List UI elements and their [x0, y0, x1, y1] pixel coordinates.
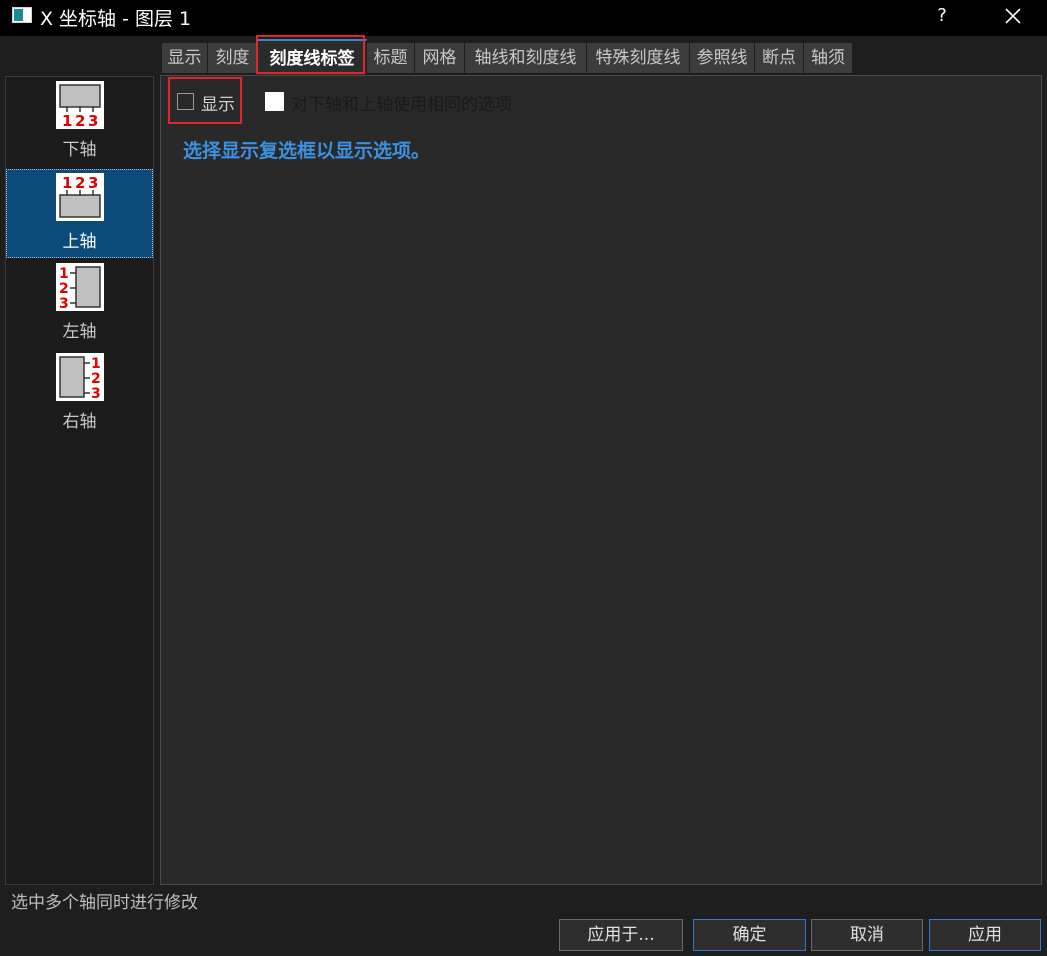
axis-item-bottom[interactable]: 1 2 3 下轴	[6, 77, 153, 166]
hint-text: 选择显示复选框以显示选项。	[183, 140, 431, 162]
axis-item-right[interactable]: 1 2 3 右轴	[6, 349, 153, 438]
show-highlight-box	[168, 77, 242, 124]
axis-label-left: 左轴	[62, 322, 97, 342]
svg-text:2: 2	[75, 112, 85, 129]
title-bar: X 坐标轴 - 图层 1 ?	[0, 0, 1047, 36]
tab-special-ticks[interactable]: 特殊刻度线	[587, 43, 690, 73]
axis-list: 1 2 3 下轴 1 2 3 上轴 1 2 3 左轴 1 2 3 右轴	[5, 76, 154, 885]
close-button[interactable]	[996, 0, 1030, 32]
svg-text:1: 1	[62, 112, 72, 129]
axis-item-left[interactable]: 1 2 3 左轴	[6, 259, 153, 348]
app-icon	[12, 7, 32, 23]
same-options-label: 对下轴和上轴使用相同的选项	[291, 95, 512, 115]
cancel-button[interactable]: 取消	[811, 919, 923, 951]
svg-text:3: 3	[88, 112, 98, 129]
svg-text:3: 3	[59, 296, 69, 311]
tab-scale[interactable]: 刻度	[208, 43, 258, 73]
svg-text:3: 3	[91, 386, 101, 401]
ok-button[interactable]: 确定	[693, 919, 806, 951]
tab-grid[interactable]: 网格	[415, 43, 465, 73]
bottom-axis-icon: 1 2 3	[56, 81, 104, 129]
tab-line-and-ticks[interactable]: 轴线和刻度线	[465, 43, 587, 73]
tab-display[interactable]: 显示	[162, 43, 208, 73]
tab-rug[interactable]: 轴须	[804, 43, 853, 73]
axis-label-right: 右轴	[62, 412, 97, 432]
svg-text:2: 2	[75, 174, 85, 192]
axis-label-top: 上轴	[62, 232, 97, 252]
window-title: X 坐标轴 - 图层 1	[40, 8, 192, 30]
svg-text:1: 1	[91, 356, 101, 372]
left-axis-icon: 1 2 3	[56, 263, 104, 311]
same-options-checkbox[interactable]	[265, 92, 284, 111]
help-button[interactable]: ?	[928, 2, 956, 30]
apply-button[interactable]: 应用	[929, 919, 1041, 951]
apply-to-button[interactable]: 应用于...	[559, 919, 683, 951]
tab-title[interactable]: 标题	[367, 43, 415, 73]
top-axis-icon: 1 2 3	[56, 173, 104, 221]
svg-text:1: 1	[59, 266, 69, 282]
close-icon	[1005, 8, 1021, 24]
svg-text:2: 2	[91, 371, 101, 387]
svg-text:3: 3	[88, 174, 98, 192]
axis-label-bottom: 下轴	[62, 140, 97, 160]
tab-reference-lines[interactable]: 参照线	[690, 43, 755, 73]
axis-item-top[interactable]: 1 2 3 上轴	[6, 169, 153, 258]
right-axis-icon: 1 2 3	[56, 353, 104, 401]
status-text: 选中多个轴同时进行修改	[11, 893, 198, 913]
tab-highlight-box	[256, 35, 365, 74]
svg-text:2: 2	[59, 281, 69, 297]
tab-breaks[interactable]: 断点	[755, 43, 804, 73]
svg-text:1: 1	[62, 174, 72, 192]
tick-labels-panel	[160, 75, 1042, 885]
